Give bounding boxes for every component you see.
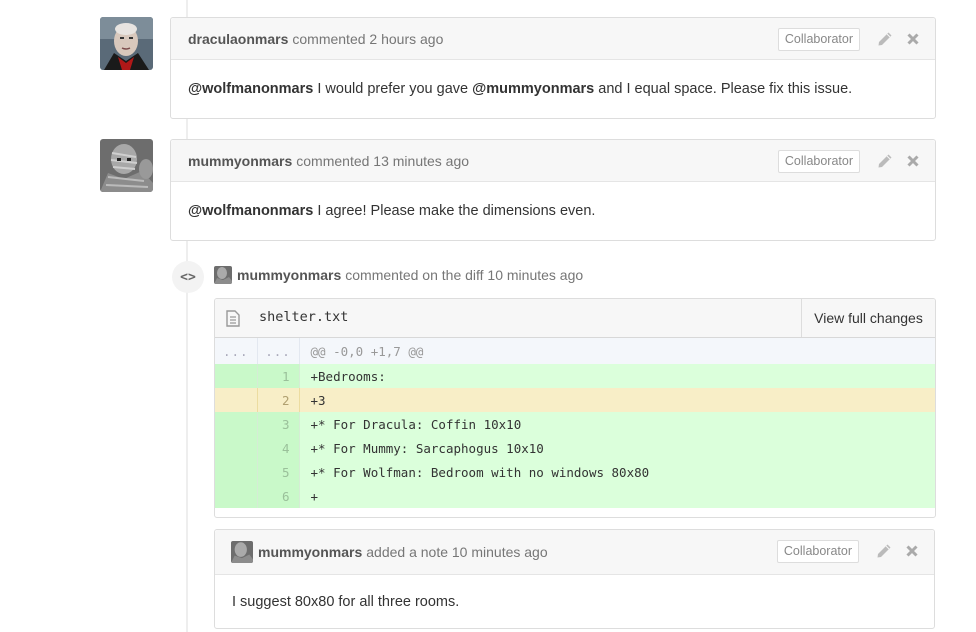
avatar[interactable] — [214, 266, 232, 284]
view-full-changes-button[interactable]: View full changes — [801, 299, 935, 337]
line-code: + — [299, 484, 935, 508]
old-line-number[interactable] — [215, 412, 258, 436]
comment-author[interactable]: mummyonmars — [258, 544, 362, 560]
comment-meta[interactable]: commented on the diff 10 minutes ago — [345, 267, 583, 283]
file-text-icon — [226, 310, 240, 330]
diff-line[interactable]: 3 +* For Dracula: Coffin 10x10 — [215, 412, 935, 436]
comment-text: and I equal space. Please fix this issue… — [594, 81, 853, 97]
new-line-number[interactable]: 2 — [257, 388, 300, 412]
diff-note: mummyonmars added a note 10 minutes ago … — [214, 529, 935, 629]
file-header: shelter.txt View full changes — [215, 299, 935, 338]
line-code: +* For Mummy: Sarcaphogus 10x10 — [299, 436, 935, 460]
line-code: +* For Wolfman: Bedroom with no windows … — [299, 460, 935, 484]
comment-meta[interactable]: added a note 10 minutes ago — [366, 544, 547, 560]
user-mention[interactable]: @mummyonmars — [472, 81, 594, 97]
comment-meta[interactable]: commented 13 minutes ago — [296, 153, 469, 169]
avatar[interactable] — [100, 139, 153, 192]
comment-body: @wolfmanonmars I would prefer you gave @… — [171, 60, 935, 118]
comment: draculaonmars commented 2 hours ago Coll… — [170, 17, 936, 119]
collaborator-badge: Collaborator — [777, 28, 860, 51]
hunk-text: @@ -0,0 +1,7 @@ — [299, 338, 935, 364]
new-line-number: ... — [257, 338, 300, 364]
close-icon[interactable] — [904, 152, 922, 170]
comment-header: mummyonmars added a note 10 minutes ago … — [215, 530, 934, 575]
avatar[interactable] — [100, 17, 153, 70]
diff-line[interactable]: 1 +Bedrooms: — [215, 364, 935, 388]
diff-line-selected[interactable]: 2 +3 — [215, 388, 935, 412]
comment-author[interactable]: mummyonmars — [188, 153, 292, 169]
comment-body: @wolfmanonmars I agree! Please make the … — [171, 182, 935, 240]
timeline-connector — [186, 118, 188, 140]
old-line-number: ... — [215, 338, 258, 364]
comment-author[interactable]: draculaonmars — [188, 31, 288, 47]
comment-header: draculaonmars commented 2 hours ago Coll… — [171, 18, 935, 60]
comment-text: I would prefer you gave — [313, 81, 473, 97]
old-line-number[interactable] — [215, 484, 258, 508]
collaborator-badge: Collaborator — [776, 540, 859, 563]
avatar[interactable] — [231, 541, 253, 563]
new-line-number[interactable]: 3 — [257, 412, 300, 436]
line-code: +Bedrooms: — [299, 364, 935, 388]
diff-hunk-header: ... ... @@ -0,0 +1,7 @@ — [215, 338, 935, 364]
new-line-number[interactable]: 5 — [257, 460, 300, 484]
pencil-icon[interactable] — [876, 30, 894, 48]
diff-file: shelter.txt View full changes ... ... @@… — [214, 298, 936, 518]
diff-event-header: mummyonmars commented on the diff 10 min… — [214, 266, 583, 284]
old-line-number[interactable] — [215, 388, 258, 412]
code-icon: <> — [172, 261, 204, 293]
user-mention[interactable]: @wolfmanonmars — [188, 203, 313, 219]
new-line-number[interactable]: 6 — [257, 484, 300, 508]
old-line-number[interactable] — [215, 364, 258, 388]
diff-table: ... ... @@ -0,0 +1,7 @@ 1 +Bedrooms: 2 +… — [215, 338, 935, 508]
close-icon[interactable] — [904, 30, 922, 48]
timeline-connector — [186, 240, 188, 632]
old-line-number[interactable] — [215, 460, 258, 484]
line-code: +3 — [299, 388, 935, 412]
note-body: I suggest 80x80 for all three rooms. — [215, 575, 934, 628]
new-line-number[interactable]: 1 — [257, 364, 300, 388]
comment-header: mummyonmars commented 13 minutes ago Col… — [171, 140, 935, 182]
diff-line[interactable]: 5 +* For Wolfman: Bedroom with no window… — [215, 460, 935, 484]
diff-line[interactable]: 6 + — [215, 484, 935, 508]
diff-line[interactable]: 4 +* For Mummy: Sarcaphogus 10x10 — [215, 436, 935, 460]
comment-text: I agree! Please make the dimensions even… — [313, 203, 596, 219]
new-line-number[interactable]: 4 — [257, 436, 300, 460]
comment-author[interactable]: mummyonmars — [237, 267, 341, 283]
user-mention[interactable]: @wolfmanonmars — [188, 81, 313, 97]
old-line-number[interactable] — [215, 436, 258, 460]
pencil-icon[interactable] — [876, 152, 894, 170]
file-name[interactable]: shelter.txt — [259, 309, 348, 325]
note-text: I suggest 80x80 for all three rooms. — [232, 593, 460, 610]
collaborator-badge: Collaborator — [777, 150, 860, 173]
timeline-line — [186, 0, 188, 18]
line-code: +* For Dracula: Coffin 10x10 — [299, 412, 935, 436]
close-icon[interactable] — [903, 542, 921, 560]
comment: mummyonmars commented 13 minutes ago Col… — [170, 139, 936, 241]
pencil-icon[interactable] — [875, 542, 893, 560]
comment-meta[interactable]: commented 2 hours ago — [292, 31, 443, 47]
